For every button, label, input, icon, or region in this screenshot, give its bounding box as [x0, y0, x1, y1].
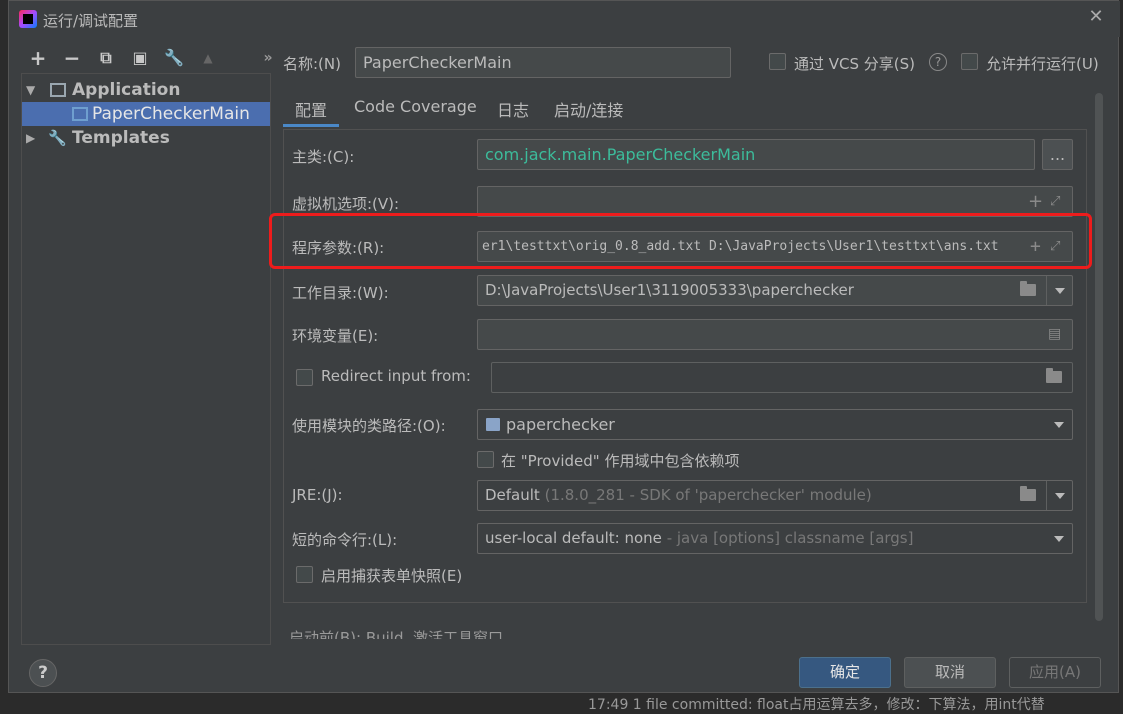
main-class-input[interactable]: com.jack.main.PaperCheckerMain: [477, 139, 1035, 170]
workdir-value: D:\JavaProjects\User1\3119005333\paperch…: [485, 281, 854, 299]
document-icon[interactable]: ▤: [1048, 320, 1061, 349]
highlight-box: [269, 213, 1092, 269]
redirect-label: Redirect input from:: [321, 367, 471, 385]
wrench-icon[interactable]: 🔧: [163, 47, 185, 69]
chevron-down-icon[interactable]: [1046, 410, 1072, 439]
folder-icon[interactable]: [1020, 281, 1036, 296]
env-input[interactable]: ▤: [477, 319, 1073, 350]
help-button[interactable]: ?: [29, 659, 57, 687]
share-vcs-checkbox[interactable]: [769, 53, 786, 70]
intellij-logo-icon: [19, 10, 37, 28]
allow-parallel-label: 允许并行运行(U): [986, 55, 1099, 73]
redirect-input[interactable]: [491, 362, 1073, 393]
tree-label-templates: Templates: [72, 128, 170, 148]
close-icon[interactable]: ✕: [1085, 6, 1107, 28]
module-label: 使用模块的类路径:(O):: [292, 417, 446, 435]
add-icon[interactable]: +: [1028, 187, 1043, 216]
tree-item-templates[interactable]: ▶ 🔧 Templates: [22, 126, 270, 150]
module-folder-icon: [486, 418, 500, 431]
window-title: 运行/调试配置: [43, 12, 139, 30]
allow-parallel-checkbox[interactable]: [961, 53, 978, 70]
name-input[interactable]: PaperCheckerMain: [355, 47, 731, 78]
tree-item-application[interactable]: ▼ Application: [22, 78, 270, 102]
background-status-text: 17:49 1 file committed: float占用运算去多，修改：下…: [588, 697, 1045, 713]
jre-select[interactable]: Default (1.8.0_281 - SDK of 'paperchecke…: [477, 480, 1073, 511]
provided-scope-label: 在 "Provided" 作用域中包含依赖项: [501, 452, 740, 470]
shorten-cmdline-value: user-local default: none: [485, 529, 662, 547]
jre-value: Default: [485, 486, 540, 504]
cancel-button[interactable]: 取消: [904, 657, 996, 688]
chevron-down-icon[interactable]: [1046, 481, 1072, 510]
jre-hint: (1.8.0_281 - SDK of 'paperchecker' modul…: [544, 486, 872, 504]
folder-icon[interactable]: [1046, 368, 1062, 383]
workdir-label: 工作目录:(W):: [292, 284, 389, 302]
shorten-cmdline-label: 短的命令行:(L):: [292, 531, 398, 549]
workdir-input[interactable]: D:\JavaProjects\User1\3119005333\paperch…: [477, 275, 1073, 306]
tab-startup-connection[interactable]: 启动/连接: [554, 97, 623, 127]
tab-logs[interactable]: 日志: [497, 97, 529, 127]
chevron-down-icon[interactable]: [1046, 524, 1072, 553]
move-up-icon[interactable]: ▲: [197, 47, 219, 69]
application-config-icon: [72, 107, 88, 121]
snapshot-label: 启用捕获表单快照(E): [321, 567, 463, 585]
folder-icon[interactable]: [1020, 486, 1036, 501]
vm-options-label: 虚拟机选项:(V):: [292, 195, 400, 213]
expand-arrow-icon[interactable]: ▼: [26, 78, 35, 102]
copy-icon[interactable]: ⧉: [95, 47, 117, 69]
env-label: 环境变量(E):: [292, 327, 379, 345]
ok-button[interactable]: 确定: [799, 657, 891, 688]
main-class-label: 主类:(C):: [292, 148, 355, 166]
redirect-checkbox[interactable]: [296, 369, 313, 386]
expand-icon[interactable]: ⤢: [1050, 187, 1060, 216]
collapse-arrow-icon[interactable]: ▶: [26, 126, 35, 150]
tree-label-papercheckermain: PaperCheckerMain: [92, 104, 250, 124]
jre-label: JRE:(J):: [292, 486, 343, 504]
config-tree: ▼ Application PaperCheckerMain ▶ 🔧 Templ…: [21, 73, 271, 645]
name-label: 名称:(N): [283, 55, 341, 73]
add-icon[interactable]: +: [27, 47, 49, 69]
shorten-cmdline-hint: - java [options] classname [args]: [666, 529, 914, 547]
share-vcs-label: 通过 VCS 分享(S): [794, 55, 916, 73]
title-bar: 运行/调试配置 ✕: [9, 1, 1120, 37]
run-debug-config-dialog: 运行/调试配置 ✕ + − ⧉ ▣ 🔧 ▲ » ▼ Application Pa…: [8, 0, 1120, 693]
help-icon[interactable]: ?: [929, 53, 947, 71]
shorten-cmdline-select[interactable]: user-local default: none - java [options…: [477, 523, 1073, 554]
tab-code-coverage[interactable]: Code Coverage: [354, 97, 477, 127]
tab-config[interactable]: 配置: [283, 97, 339, 127]
chevron-down-icon[interactable]: [1046, 276, 1072, 305]
tree-item-papercheckermain[interactable]: PaperCheckerMain: [22, 102, 270, 126]
application-icon: [50, 83, 66, 97]
save-icon[interactable]: ▣: [129, 47, 151, 69]
snapshot-checkbox[interactable]: [296, 566, 313, 583]
tree-label-application: Application: [72, 80, 181, 100]
wrench-icon: 🔧: [48, 129, 67, 147]
browse-main-class-button[interactable]: ...: [1042, 139, 1073, 170]
module-value: paperchecker: [506, 415, 615, 434]
before-launch-section[interactable]: 启动前(B): Build, 激活工具窗口: [289, 623, 1089, 639]
module-select[interactable]: paperchecker: [477, 409, 1073, 440]
remove-icon[interactable]: −: [61, 47, 83, 69]
before-launch-label: 启动前(B): Build, 激活工具窗口: [289, 629, 504, 639]
scrollbar[interactable]: [1095, 93, 1103, 621]
more-icon[interactable]: »: [257, 47, 279, 69]
apply-button[interactable]: 应用(A): [1009, 657, 1101, 688]
provided-scope-checkbox[interactable]: [477, 451, 494, 468]
